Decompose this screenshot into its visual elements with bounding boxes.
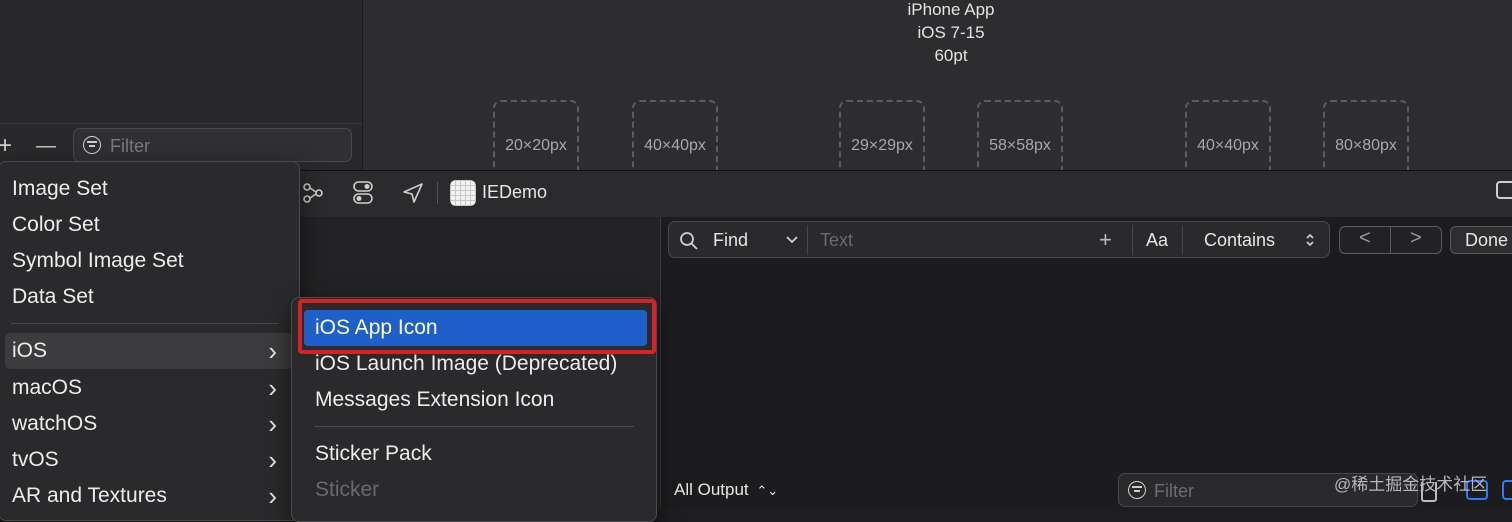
filter-icon	[1128, 481, 1146, 499]
app-icon	[450, 180, 476, 206]
slot-title-size: 60pt	[934, 46, 968, 65]
icon-slot[interactable]: 40×40px	[1185, 100, 1271, 174]
menu-item-label: macOS	[12, 376, 83, 399]
menu-item-image-set[interactable]: Image Set	[0, 171, 299, 207]
panel-toggle-icon[interactable]	[1496, 181, 1512, 199]
updown-chevron-icon	[1306, 233, 1314, 247]
add-asset-button[interactable]: +	[0, 134, 12, 158]
output-selector[interactable]: All Output ⌃⌄	[674, 480, 778, 500]
chevron-down-icon[interactable]	[786, 236, 798, 244]
menu-item-tvos[interactable]: tvOS ›	[0, 442, 299, 478]
menu-separator	[11, 323, 279, 324]
remove-asset-button[interactable]: —	[36, 134, 56, 158]
icon-slot[interactable]: 40×40px	[632, 100, 718, 174]
menu-item-symbol-image-set[interactable]: Symbol Image Set	[0, 243, 299, 279]
chevron-right-icon: ›	[268, 336, 277, 366]
toolbar-separator	[437, 182, 438, 204]
scheme-name[interactable]: IEDemo	[482, 182, 547, 203]
updown-chevron-icon: ⌃⌄	[756, 483, 779, 498]
menu-item-ios[interactable]: iOS ›	[5, 333, 293, 369]
find-previous-button[interactable]: <	[1359, 227, 1371, 250]
output-selector-label: All Output	[674, 480, 749, 499]
match-type-popup[interactable]: Contains	[1204, 230, 1275, 251]
add-find-term-button[interactable]: +	[1099, 227, 1112, 253]
menu-item-sticker-pack[interactable]: Sticker Pack	[292, 436, 656, 472]
icon-slot[interactable]: 58×58px	[977, 100, 1063, 174]
done-button[interactable]: Done	[1450, 226, 1512, 254]
watermark: @稀土掘金技术社区	[1334, 475, 1488, 494]
memory-graph-icon[interactable]	[301, 181, 325, 205]
slot-size-label: 80×80px	[1335, 137, 1397, 154]
menu-item-macos[interactable]: macOS ›	[0, 370, 299, 406]
navigator-filter-placeholder: Filter	[110, 136, 150, 156]
chevron-right-icon: ›	[268, 409, 277, 439]
chevron-right-icon: ›	[268, 481, 277, 511]
navigator-filter-field[interactable]: Filter	[73, 128, 352, 162]
menu-item-color-set[interactable]: Color Set	[0, 207, 299, 243]
menu-item-sticker: Sticker	[315, 478, 380, 501]
find-bar: Find Text + Aa Contains	[668, 221, 1330, 258]
find-separator	[1132, 225, 1133, 255]
slot-size-label: 58×58px	[989, 137, 1051, 154]
slot-group-title: iPhone App iOS 7-15 60pt	[880, 0, 1022, 67]
slot-title-device: iPhone App	[907, 0, 995, 19]
find-mode-label[interactable]: Find	[713, 230, 748, 251]
menu-item-data-set[interactable]: Data Set	[0, 279, 299, 315]
find-separator	[807, 225, 808, 255]
icon-slot[interactable]: 20×20px	[493, 100, 579, 174]
navigator-divider	[0, 123, 362, 124]
annotation-highlight-box	[298, 299, 656, 354]
chevron-right-icon: ›	[268, 373, 277, 403]
menu-item-label: tvOS	[12, 448, 59, 471]
add-asset-menu: Image Set Color Set Symbol Image Set Dat…	[0, 161, 300, 521]
environment-overrides-icon[interactable]	[352, 180, 374, 206]
icon-slot[interactable]: 80×80px	[1323, 100, 1409, 174]
find-next-button[interactable]: >	[1410, 227, 1422, 250]
console-pane	[661, 217, 1512, 508]
search-icon	[680, 232, 698, 250]
menu-item-ar-and-textures[interactable]: AR and Textures ›	[0, 478, 299, 514]
find-separator	[1182, 225, 1183, 255]
filter-icon	[83, 136, 101, 154]
slot-size-label: 29×29px	[851, 137, 913, 154]
slot-size-label: 40×40px	[1197, 137, 1259, 154]
menu-item-label: AR and Textures	[12, 484, 167, 507]
console-only-icon[interactable]	[1502, 480, 1512, 500]
icon-slot[interactable]: 29×29px	[839, 100, 925, 174]
location-arrow-icon[interactable]	[401, 181, 425, 205]
menu-item-watchos[interactable]: watchOS ›	[0, 406, 299, 442]
chevron-right-icon: ›	[268, 445, 277, 475]
slot-size-label: 40×40px	[644, 137, 706, 154]
menu-separator	[314, 426, 634, 427]
menu-item-label: iOS	[12, 339, 48, 362]
match-case-toggle[interactable]: Aa	[1146, 230, 1168, 251]
menu-item-label: watchOS	[12, 412, 98, 435]
menu-item-messages-extension-icon[interactable]: Messages Extension Icon	[292, 382, 656, 418]
slot-title-versions: iOS 7-15	[917, 23, 985, 42]
console-filter-placeholder: Filter	[1154, 481, 1194, 501]
find-text-input[interactable]: Text	[820, 230, 853, 251]
slot-size-label: 20×20px	[505, 137, 567, 154]
find-navigation: < >	[1339, 226, 1442, 254]
